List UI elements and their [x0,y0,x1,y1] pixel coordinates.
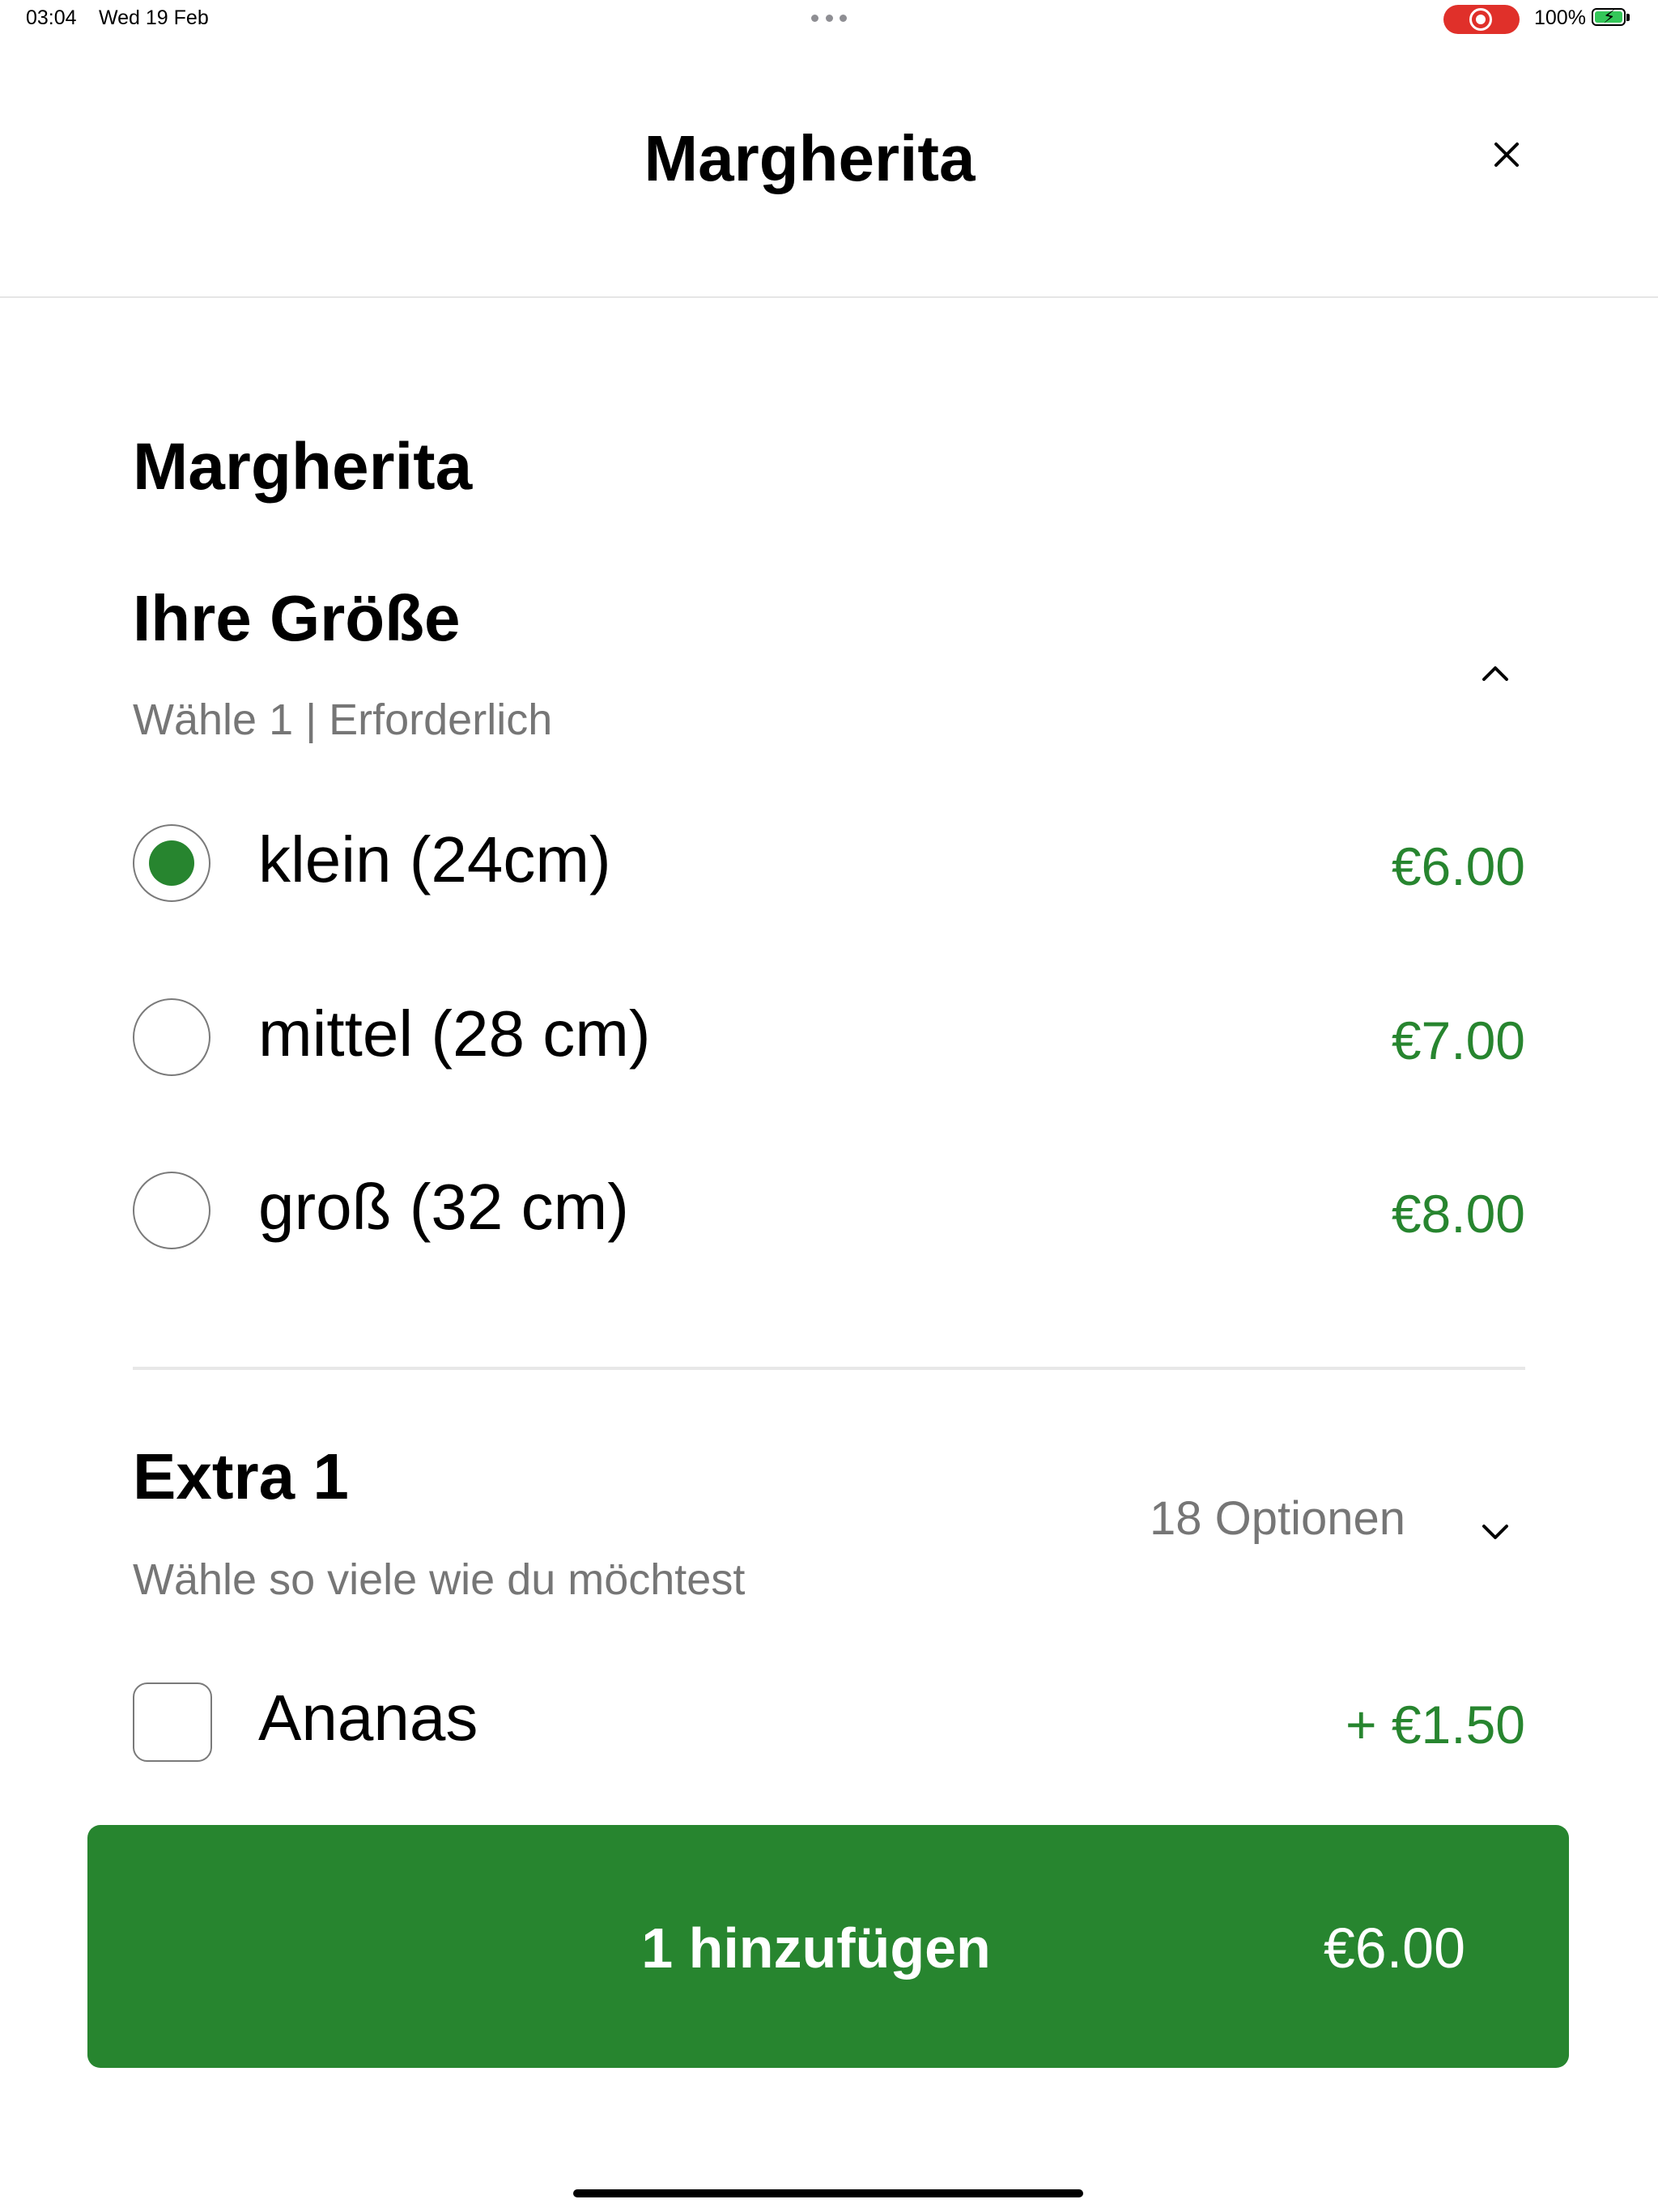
extra-option-ananas[interactable]: Ananas + €1.50 [133,1678,1525,1767]
add-button-price: €6.00 [1323,1916,1465,1980]
section-divider [133,1367,1525,1370]
chevron-up-icon[interactable] [1475,654,1516,695]
status-date: Wed 19 Feb [99,6,209,29]
size-section-title: Ihre Größe [133,582,461,654]
battery-cap [1626,14,1630,21]
option-price: €8.00 [1391,1184,1525,1244]
checkbox[interactable] [133,1682,212,1762]
option-label: klein (24cm) [258,823,611,895]
option-price: €6.00 [1391,836,1525,896]
extra-section-subtitle: Wähle so viele wie du möchtest [133,1555,746,1604]
option-label: Ananas [258,1682,478,1754]
page: 03:04 Wed 19 Feb 100% ⚡ Margherita Margh… [0,0,1658,2212]
close-icon[interactable] [1480,128,1533,181]
option-label: mittel (28 cm) [258,998,651,1070]
header-divider [0,296,1658,298]
size-option-small[interactable]: klein (24cm) €6.00 [133,819,1525,908]
option-price: + €1.50 [1345,1695,1525,1755]
size-option-medium[interactable]: mittel (28 cm) €7.00 [133,993,1525,1083]
option-label: groß (32 cm) [258,1171,629,1243]
battery-charging-icon: ⚡ [1592,7,1626,27]
home-indicator[interactable] [573,2189,1083,2197]
radio-button-selected[interactable] [133,824,210,902]
chevron-down-icon[interactable] [1475,1511,1516,1551]
page-title: Margherita [644,122,976,194]
status-time: 03:04 [26,6,77,29]
options-count: 18 Optionen [1150,1492,1406,1545]
multitasking-dots-icon[interactable] [811,15,847,23]
radio-button[interactable] [133,1172,210,1249]
size-section-subtitle: Wähle 1 | Erforderlich [133,696,553,744]
screen-recording-icon[interactable] [1443,5,1520,34]
item-title: Margherita [133,430,473,504]
extra-section-title: Extra 1 [133,1440,349,1512]
size-option-large[interactable]: groß (32 cm) €8.00 [133,1167,1525,1256]
option-price: €7.00 [1391,1010,1525,1070]
battery-percentage: 100% [1534,6,1586,29]
radio-button[interactable] [133,998,210,1076]
add-to-cart-button[interactable]: 1 hinzufügen €6.00 [87,1825,1569,2068]
